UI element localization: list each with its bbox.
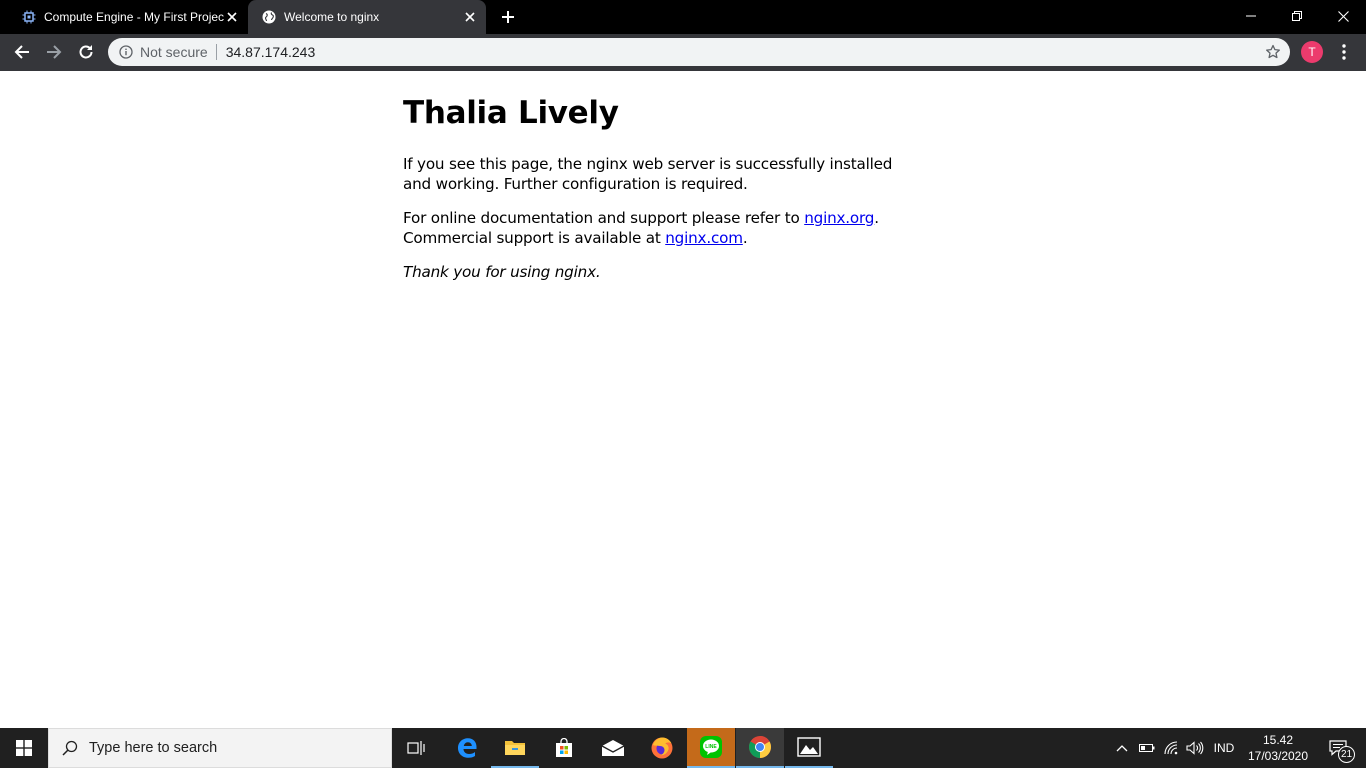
store-icon <box>556 738 572 757</box>
commercial-period: . <box>742 228 748 247</box>
page-title: Thalia Lively <box>403 95 619 131</box>
mail-icon <box>601 740 625 756</box>
minimize-icon <box>1246 15 1256 17</box>
edge-app[interactable] <box>443 728 491 768</box>
input-language-button[interactable]: IND <box>1208 728 1240 768</box>
taskbar: Type here to search LINE IND 15.42 17/03… <box>0 728 1366 768</box>
thanks-paragraph: Thank you for using nginx. <box>403 263 601 281</box>
web-page: Thalia Lively If you see this page, the … <box>0 71 1366 728</box>
clock-time: 15.42 <box>1262 733 1294 747</box>
chevron-up-icon <box>1116 745 1128 752</box>
nginx-com-link[interactable]: nginx.com <box>665 229 743 247</box>
battery-icon <box>1139 744 1155 752</box>
edge-icon <box>458 738 477 758</box>
line-app[interactable]: LINE <box>687 728 735 768</box>
search-placeholder: Type here to search <box>89 740 218 756</box>
chrome-app[interactable] <box>736 728 784 768</box>
show-hidden-icons-button[interactable] <box>1112 728 1132 768</box>
volume-button[interactable] <box>1184 728 1206 768</box>
tab-title: Compute Engine - My First Project <box>44 10 224 24</box>
search-icon <box>62 740 78 756</box>
task-view-button[interactable] <box>392 728 440 768</box>
action-center-button[interactable]: 21 <box>1318 728 1358 768</box>
chrome-icon <box>749 736 771 758</box>
docs-paragraph: For online documentation and support ple… <box>403 209 923 248</box>
photos-icon <box>797 737 821 757</box>
firefox-app[interactable] <box>638 728 686 768</box>
address-bar[interactable]: Not secure 34.87.174.243 <box>108 38 1290 66</box>
plus-icon <box>502 11 514 23</box>
clock-date: 17/03/2020 <box>1247 749 1309 763</box>
tab-welcome-nginx[interactable]: Welcome to nginx <box>248 0 486 34</box>
reload-button[interactable] <box>72 38 100 66</box>
speaker-icon <box>1186 741 1204 755</box>
arrow-left-icon <box>14 45 29 59</box>
photos-app[interactable] <box>785 728 833 768</box>
close-window-button[interactable] <box>1320 0 1366 32</box>
notification-count-badge: 21 <box>1338 746 1355 763</box>
intro-paragraph: If you see this page, the nginx web serv… <box>403 155 893 193</box>
tab-compute-engine[interactable]: Compute Engine - My First Project <box>8 0 248 34</box>
new-tab-button[interactable] <box>498 7 518 27</box>
globe-icon <box>261 9 277 25</box>
security-status[interactable]: Not secure <box>140 44 208 60</box>
restore-button[interactable] <box>1274 0 1320 32</box>
battery-button[interactable] <box>1136 728 1158 768</box>
browser-toolbar: Not secure 34.87.174.243 T <box>0 34 1366 71</box>
url-text[interactable]: 34.87.174.243 <box>226 44 1264 60</box>
forward-button[interactable] <box>40 38 68 66</box>
info-icon[interactable] <box>118 44 134 60</box>
kebab-menu-icon <box>1342 44 1346 60</box>
mail-app[interactable] <box>589 728 637 768</box>
commercial-text: Commercial support is available at <box>403 228 666 247</box>
tab-title: Welcome to nginx <box>284 10 380 24</box>
firefox-icon <box>651 737 673 759</box>
reload-icon <box>79 45 93 59</box>
docs-period: . <box>874 209 879 227</box>
task-view-icon <box>407 741 425 755</box>
store-app[interactable] <box>540 728 588 768</box>
wifi-icon <box>1164 741 1178 755</box>
network-button[interactable] <box>1160 728 1184 768</box>
file-explorer-app[interactable] <box>491 728 539 768</box>
compute-engine-icon <box>21 9 37 25</box>
menu-button[interactable] <box>1332 40 1356 64</box>
language-indicator: IND <box>1213 741 1235 755</box>
svg-text:LINE: LINE <box>705 744 717 750</box>
clock[interactable]: 15.42 17/03/2020 <box>1240 728 1316 768</box>
nginx-org-link[interactable]: nginx.org <box>804 209 874 227</box>
bookmark-star-icon[interactable] <box>1264 43 1282 61</box>
back-button[interactable] <box>8 38 36 66</box>
separator <box>215 44 217 60</box>
restore-icon <box>1292 11 1302 21</box>
tab-strip: Compute Engine - My First Project Welcom… <box>0 0 1366 34</box>
line-icon: LINE <box>700 736 722 758</box>
taskbar-search-box[interactable]: Type here to search <box>48 728 392 768</box>
close-icon <box>1337 10 1349 22</box>
windows-icon <box>16 740 32 756</box>
docs-text: For online documentation and support ple… <box>403 209 805 227</box>
file-explorer-icon <box>505 741 525 755</box>
minimize-button[interactable] <box>1228 0 1274 32</box>
close-icon[interactable] <box>224 9 240 25</box>
arrow-right-icon <box>47 45 62 59</box>
close-icon[interactable] <box>462 9 478 25</box>
profile-avatar[interactable]: T <box>1301 41 1323 63</box>
page-content: Thalia Lively If you see this page, the … <box>403 71 923 283</box>
start-button[interactable] <box>0 728 48 768</box>
